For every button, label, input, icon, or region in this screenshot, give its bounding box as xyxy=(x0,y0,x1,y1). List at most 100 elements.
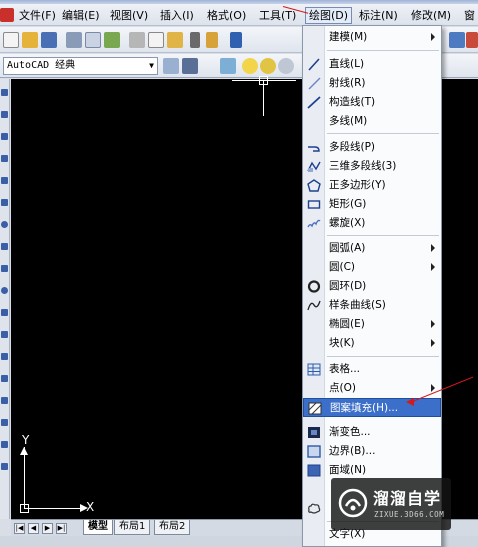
design-center-icon[interactable] xyxy=(466,32,478,48)
menu-item-polygon[interactable]: 正多边形(Y) xyxy=(303,176,441,195)
menu-item-ellipse[interactable]: 椭圆(E) xyxy=(303,315,441,334)
plot-preview-icon[interactable] xyxy=(85,32,101,48)
boundary-icon xyxy=(307,445,321,458)
tab-layout2[interactable]: 布局2 xyxy=(154,520,191,535)
spline-icon xyxy=(307,300,321,311)
menu-item-helix[interactable]: 螺旋(X) xyxy=(303,214,441,233)
make-block-tool-icon[interactable] xyxy=(1,331,8,338)
line-tool-icon[interactable] xyxy=(1,89,8,96)
next-tab-icon[interactable]: ▶ xyxy=(42,523,53,534)
xline-tool-icon[interactable] xyxy=(1,111,8,118)
polyline-tool-icon[interactable] xyxy=(1,133,8,140)
menu-item-donut[interactable]: 圆环(D) xyxy=(303,277,441,296)
menu-item-modeling[interactable]: 建模(M) xyxy=(303,28,441,47)
menu-item-table[interactable]: 表格... xyxy=(303,360,441,379)
menu-item-ray[interactable]: 射线(R) xyxy=(303,74,441,93)
layer-freeze-icon[interactable] xyxy=(260,58,276,74)
menu-item-rectangle[interactable]: 矩形(G) xyxy=(303,195,441,214)
app-menu-icon[interactable] xyxy=(0,8,14,22)
workspace-settings-icon[interactable] xyxy=(163,58,179,74)
layer-on-icon[interactable] xyxy=(242,58,258,74)
first-tab-icon[interactable]: |◀ xyxy=(14,523,25,534)
menu-draw[interactable]: 绘图(D) xyxy=(305,7,353,24)
menu-item-label: 圆环(D) xyxy=(329,280,367,292)
ray-icon xyxy=(308,77,321,90)
draw-toolbar xyxy=(0,79,10,519)
point-tool-icon[interactable] xyxy=(1,353,8,360)
gradient-tool-icon[interactable] xyxy=(1,397,8,404)
menu-item-hatch[interactable]: 图案填充(H)... xyxy=(303,398,441,417)
menu-item-polyline[interactable]: 多段线(P) xyxy=(303,138,441,157)
open-icon[interactable] xyxy=(22,32,38,48)
menu-item-label: 样条曲线(S) xyxy=(329,299,386,311)
arc-tool-icon[interactable] xyxy=(1,199,8,206)
ellipse-tool-icon[interactable] xyxy=(1,287,8,294)
table-icon xyxy=(307,363,321,376)
paste-icon[interactable] xyxy=(167,32,183,48)
menu-view[interactable]: 视图(V) xyxy=(107,7,151,24)
table-tool-icon[interactable] xyxy=(1,441,8,448)
ucs-x-axis xyxy=(24,508,86,509)
menu-item-construction-line[interactable]: 构造线(T) xyxy=(303,93,441,112)
new-icon[interactable] xyxy=(3,32,19,48)
cut-icon[interactable] xyxy=(129,32,145,48)
print-icon[interactable] xyxy=(66,32,82,48)
watermark-logo-icon xyxy=(338,488,368,518)
menu-item-boundary[interactable]: 边界(B)... xyxy=(303,442,441,461)
menu-window[interactable]: 窗 xyxy=(461,7,478,24)
copy-icon[interactable] xyxy=(148,32,164,48)
last-tab-icon[interactable]: ▶| xyxy=(56,523,67,534)
tab-layout1[interactable]: 布局1 xyxy=(114,520,151,535)
menu-item-block[interactable]: 块(K) xyxy=(303,334,441,353)
rectangle-icon xyxy=(307,200,321,209)
ucs-y-axis xyxy=(24,447,25,509)
layer-manager-icon[interactable] xyxy=(220,58,236,74)
properties-icon[interactable] xyxy=(449,32,465,48)
menu-item-label: 圆弧(A) xyxy=(329,242,366,254)
prev-tab-icon[interactable]: ◀ xyxy=(28,523,39,534)
watermark: 溜溜自学 ZIXUE.3D66.COM xyxy=(331,478,451,530)
tab-model[interactable]: 模型 xyxy=(83,520,113,535)
menu-item-arc[interactable]: 圆弧(A) xyxy=(303,239,441,258)
menu-item-line[interactable]: 直线(L) xyxy=(303,55,441,74)
crosshair-vertical xyxy=(263,80,264,116)
publish-icon[interactable] xyxy=(104,32,120,48)
match-properties-icon[interactable] xyxy=(190,32,200,48)
polygon-tool-icon[interactable] xyxy=(1,155,8,162)
region-icon xyxy=(307,464,321,477)
rectangle-tool-icon[interactable] xyxy=(1,177,8,184)
revcloud-tool-icon[interactable] xyxy=(1,243,8,250)
circle-tool-icon[interactable] xyxy=(1,221,8,228)
menu-file[interactable]: 文件(F) xyxy=(16,7,59,24)
layer-lock-icon[interactable] xyxy=(278,58,294,74)
menu-separator xyxy=(327,50,439,51)
menu-insert[interactable]: 插入(I) xyxy=(157,7,197,24)
menu-item-gradient[interactable]: 渐变色... xyxy=(303,423,441,442)
menu-item-label: 多段线(P) xyxy=(329,141,376,153)
hatch-tool-icon[interactable] xyxy=(1,375,8,382)
region-tool-icon[interactable] xyxy=(1,419,8,426)
menu-item-circle[interactable]: 圆(C) xyxy=(303,258,441,277)
menu-item-point[interactable]: 点(O) xyxy=(303,379,441,398)
mtext-tool-icon[interactable] xyxy=(1,463,8,470)
menu-dimension[interactable]: 标注(N) xyxy=(356,7,401,24)
save-icon[interactable] xyxy=(41,32,57,48)
workspace-icon[interactable] xyxy=(182,58,198,74)
insert-block-tool-icon[interactable] xyxy=(1,309,8,316)
donut-icon xyxy=(307,280,321,293)
menu-edit[interactable]: 编辑(E) xyxy=(59,7,103,24)
menu-item-multiline[interactable]: 多线(M) xyxy=(303,112,441,131)
menu-modify[interactable]: 修改(M) xyxy=(408,7,454,24)
gradient-icon xyxy=(308,427,320,438)
chevron-down-icon: ▼ xyxy=(149,61,154,70)
menu-item-label: 椭圆(E) xyxy=(329,318,365,330)
menu-format[interactable]: 格式(O) xyxy=(204,7,249,24)
spline-tool-icon[interactable] xyxy=(1,265,8,272)
menu-item-spline[interactable]: 样条曲线(S) xyxy=(303,296,441,315)
undo-icon[interactable] xyxy=(230,32,242,48)
ucs-y-label: Y xyxy=(22,433,30,447)
menu-item-label: 表格... xyxy=(329,363,361,375)
block-editor-icon[interactable] xyxy=(206,32,218,48)
menu-item-3d-polyline[interactable]: 三维多段线(3) xyxy=(303,157,441,176)
workspace-select[interactable]: AutoCAD 经典 ▼ xyxy=(3,57,158,75)
